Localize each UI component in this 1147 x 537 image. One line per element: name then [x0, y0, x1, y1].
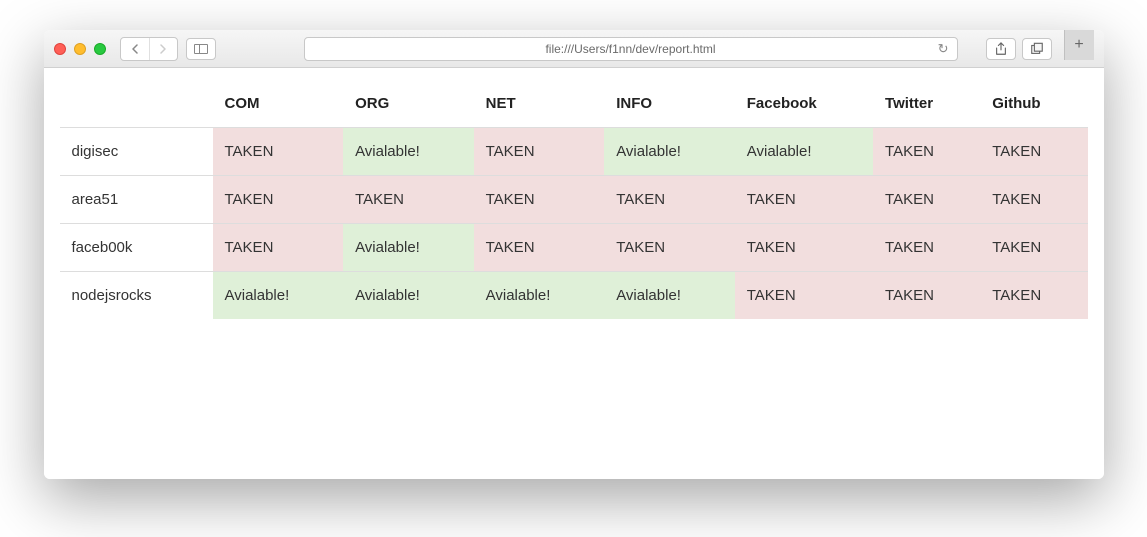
sidebar-toggle-button[interactable]: [186, 38, 216, 60]
status-cell: TAKEN: [873, 128, 980, 176]
status-cell: TAKEN: [604, 176, 735, 224]
status-cell: Avialable!: [343, 272, 474, 320]
table-head: COMORGNETINFOFacebookTwitterGithub: [60, 80, 1088, 128]
status-cell: TAKEN: [213, 224, 344, 272]
status-cell: Avialable!: [343, 224, 474, 272]
row-name: area51: [60, 176, 213, 224]
status-cell: Avialable!: [343, 128, 474, 176]
status-cell: Avialable!: [604, 128, 735, 176]
nav-buttons: [120, 37, 178, 61]
status-cell: TAKEN: [980, 128, 1087, 176]
status-cell: TAKEN: [980, 224, 1087, 272]
table-row: faceb00kTAKENAvialable!TAKENTAKENTAKENTA…: [60, 224, 1088, 272]
header-info: INFO: [604, 80, 735, 128]
status-cell: TAKEN: [474, 224, 605, 272]
toolbar-right: [986, 38, 1052, 60]
close-icon[interactable]: [54, 43, 66, 55]
status-cell: TAKEN: [980, 272, 1087, 320]
back-button[interactable]: [121, 38, 149, 60]
share-button[interactable]: [986, 38, 1016, 60]
table-row: digisecTAKENAvialable!TAKENAvialable!Avi…: [60, 128, 1088, 176]
forward-button[interactable]: [149, 38, 177, 60]
status-cell: Avialable!: [474, 272, 605, 320]
sidebar-icon: [194, 44, 208, 54]
status-cell: TAKEN: [213, 176, 344, 224]
row-name: digisec: [60, 128, 213, 176]
status-cell: TAKEN: [213, 128, 344, 176]
status-cell: Avialable!: [213, 272, 344, 320]
status-cell: TAKEN: [873, 224, 980, 272]
browser-window: file:///Users/f1nn/dev/report.html ↻ + C…: [44, 30, 1104, 479]
status-cell: TAKEN: [474, 128, 605, 176]
status-cell: TAKEN: [735, 224, 873, 272]
status-cell: Avialable!: [735, 128, 873, 176]
row-name: faceb00k: [60, 224, 213, 272]
window-controls: [54, 43, 106, 55]
status-cell: Avialable!: [604, 272, 735, 320]
header-facebook: Facebook: [735, 80, 873, 128]
header-net: NET: [474, 80, 605, 128]
minimize-icon[interactable]: [74, 43, 86, 55]
maximize-icon[interactable]: [94, 43, 106, 55]
tabs-button[interactable]: [1022, 38, 1052, 60]
availability-table: COMORGNETINFOFacebookTwitterGithub digis…: [60, 80, 1088, 319]
header-name: [60, 80, 213, 128]
header-com: COM: [213, 80, 344, 128]
header-org: ORG: [343, 80, 474, 128]
address-bar[interactable]: file:///Users/f1nn/dev/report.html ↻: [304, 37, 958, 61]
titlebar: file:///Users/f1nn/dev/report.html ↻ +: [44, 30, 1104, 68]
table-row: nodejsrocksAvialable!Avialable!Avialable…: [60, 272, 1088, 320]
status-cell: TAKEN: [343, 176, 474, 224]
status-cell: TAKEN: [873, 176, 980, 224]
header-twitter: Twitter: [873, 80, 980, 128]
refresh-icon[interactable]: ↻: [938, 41, 949, 57]
page-content: COMORGNETINFOFacebookTwitterGithub digis…: [44, 68, 1104, 479]
status-cell: TAKEN: [474, 176, 605, 224]
status-cell: TAKEN: [735, 272, 873, 320]
status-cell: TAKEN: [735, 176, 873, 224]
header-github: Github: [980, 80, 1087, 128]
status-cell: TAKEN: [604, 224, 735, 272]
status-cell: TAKEN: [873, 272, 980, 320]
new-tab-button[interactable]: +: [1064, 30, 1094, 60]
table-body: digisecTAKENAvialable!TAKENAvialable!Avi…: [60, 128, 1088, 320]
status-cell: TAKEN: [980, 176, 1087, 224]
table-row: area51TAKENTAKENTAKENTAKENTAKENTAKENTAKE…: [60, 176, 1088, 224]
row-name: nodejsrocks: [60, 272, 213, 320]
address-url: file:///Users/f1nn/dev/report.html: [545, 42, 715, 56]
